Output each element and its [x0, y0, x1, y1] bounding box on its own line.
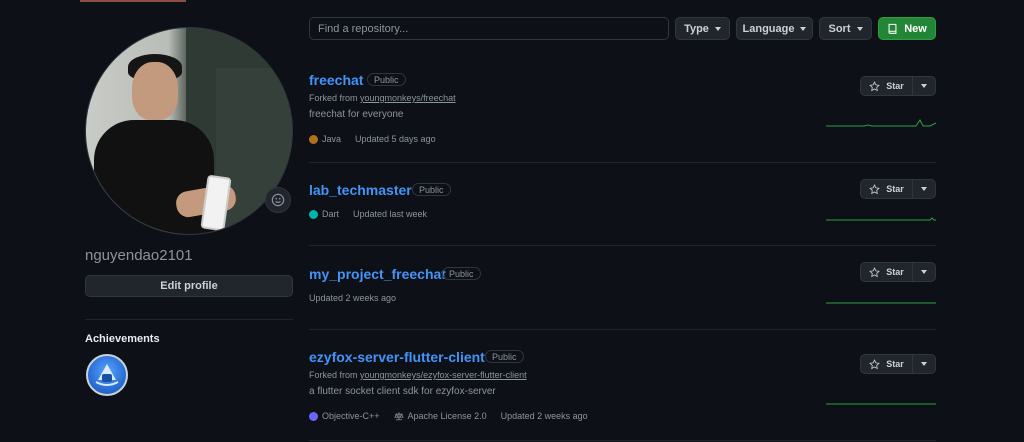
smiley-icon	[271, 193, 285, 207]
repo-list-item: lab_techmaster Public Dart Updated last …	[309, 162, 936, 246]
language-filter-button[interactable]: Language	[736, 17, 813, 40]
forked-from-link[interactable]: youngmonkeys/ezyfox-server-flutter-clien…	[360, 370, 527, 380]
repo-description: freechat for everyone	[309, 109, 404, 120]
visibility-badge: Public	[367, 73, 406, 86]
chevron-down-icon	[921, 84, 927, 88]
repo-list-item: freechat Public Forked from youngmonkeys…	[309, 52, 936, 163]
repo-name-link[interactable]: ezyfox-server-flutter-client	[309, 349, 485, 365]
activity-sparkline	[826, 217, 936, 221]
chevron-down-icon	[714, 26, 721, 31]
set-status-button[interactable]	[265, 187, 291, 213]
repo-description: a flutter socket client sdk for ezyfox-s…	[309, 386, 496, 397]
star-list-dropdown[interactable]	[913, 180, 935, 198]
star-icon	[869, 183, 881, 194]
activity-sparkline	[826, 302, 936, 304]
language-color-dot	[309, 411, 318, 421]
repo-list-item: my_project_freechat Public Updated 2 wee…	[309, 245, 936, 330]
chevron-down-icon	[921, 362, 927, 366]
repo-meta: Updated 2 weeks ago	[309, 293, 396, 303]
language-color-dot	[309, 134, 318, 144]
star-button[interactable]: Star	[860, 76, 936, 96]
chevron-down-icon	[921, 270, 927, 274]
chevron-down-icon	[921, 187, 927, 191]
repo-icon	[888, 23, 897, 34]
activity-sparkline	[826, 403, 936, 405]
star-icon	[869, 358, 881, 369]
visibility-badge: Public	[442, 267, 481, 280]
chevron-down-icon	[856, 26, 863, 31]
repo-license: Apache License 2.0	[407, 411, 487, 421]
find-repository-input[interactable]	[309, 17, 669, 40]
visibility-badge: Public	[485, 350, 524, 363]
star-list-dropdown[interactable]	[913, 263, 935, 281]
repo-meta: Dart Updated last week	[309, 209, 427, 219]
top-accent-line	[80, 0, 186, 2]
star-button[interactable]: Star	[860, 179, 936, 199]
repo-meta: Java Updated 5 days ago	[309, 134, 436, 144]
achievement-badge-icon[interactable]	[86, 354, 128, 396]
repo-updated: Updated 5 days ago	[355, 134, 436, 144]
repo-updated: Updated last week	[353, 209, 428, 219]
avatar[interactable]	[85, 27, 293, 235]
repo-updated: Updated 2 weeks ago	[309, 293, 397, 303]
language-color-dot	[309, 209, 318, 219]
sidebar-divider	[85, 319, 293, 320]
forked-from: Forked from youngmonkeys/ezyfox-server-f…	[309, 370, 527, 380]
visibility-badge: Public	[412, 183, 451, 196]
forked-from-link[interactable]: youngmonkeys/freechat	[360, 93, 456, 103]
type-filter-button[interactable]: Type	[675, 17, 730, 40]
repo-name-link[interactable]: freechat	[309, 72, 363, 88]
activity-sparkline	[826, 119, 936, 127]
repo-meta: Objective-C++ Apache License 2.0 Updated…	[309, 411, 588, 421]
achievements-title: Achievements	[85, 333, 160, 345]
repo-name-link[interactable]: my_project_freechat	[309, 266, 446, 282]
star-button[interactable]: Star	[860, 262, 936, 282]
repo-name-link[interactable]: lab_techmaster	[309, 182, 412, 198]
repo-language: Objective-C++	[322, 411, 380, 421]
star-icon	[869, 266, 881, 277]
chevron-down-icon	[800, 26, 807, 31]
repo-language: Dart	[322, 209, 340, 219]
new-repository-button[interactable]: New	[878, 17, 936, 40]
repo-list-item: ezyfox-server-flutter-client Public Fork…	[309, 329, 936, 441]
star-icon	[869, 80, 881, 91]
law-icon	[393, 412, 404, 421]
repo-updated: Updated 2 weeks ago	[500, 411, 588, 421]
username: nguyendao2101	[85, 247, 193, 264]
star-list-dropdown[interactable]	[913, 77, 935, 95]
profile-avatar-container	[85, 27, 293, 235]
edit-profile-button[interactable]: Edit profile	[85, 275, 293, 297]
sort-button[interactable]: Sort	[819, 17, 872, 40]
repo-language: Java	[322, 134, 342, 144]
star-button[interactable]: Star	[860, 354, 936, 374]
star-list-dropdown[interactable]	[913, 355, 935, 373]
forked-from: Forked from youngmonkeys/freechat	[309, 93, 456, 103]
